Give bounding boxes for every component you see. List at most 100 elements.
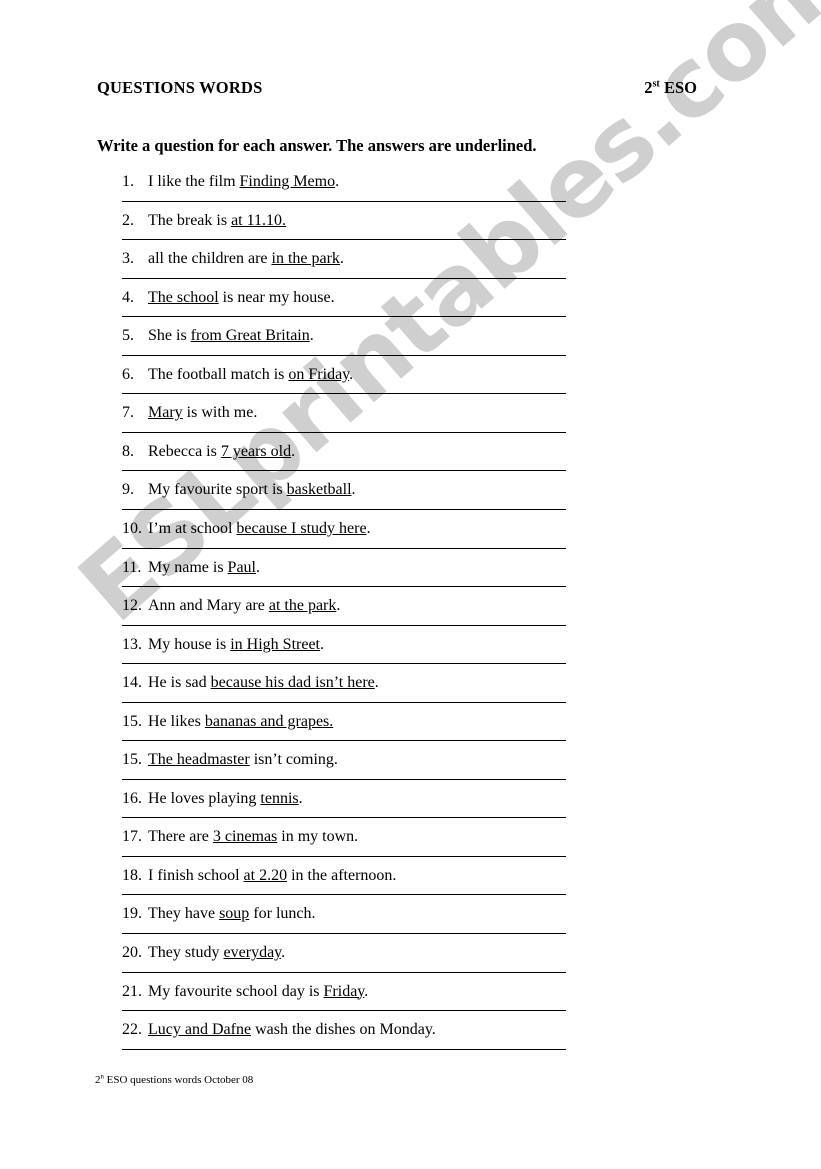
sentence-before: He is sad [148,674,211,692]
question-item: 2. The break is at 11.10. [122,211,566,230]
worksheet-title: QUESTIONS WORDS [97,78,263,97]
sentence-after: . [256,558,260,576]
sentence-before: My favourite school day is [148,982,324,1000]
sentence-after: . [336,597,341,615]
sentence-before: I like the film [148,173,240,190]
sentence-after: . [320,635,324,653]
answer-rule [122,1010,566,1012]
sentence-before: all the children are [148,250,272,268]
question-number: 6. [122,365,134,383]
question-sentence: My house is in High Street. [148,636,324,653]
worksheet-page: ESLprintables.com QUESTIONS WORDS 2st ES… [0,0,821,1169]
question-item: 19. They have soup for lunch. [122,904,566,923]
answer-rule [122,200,566,202]
question-number: 20. [122,944,142,961]
answer-rule [122,354,566,356]
answer-rule [122,316,566,318]
underlined-answer: everyday [223,944,282,961]
question-item: 15. He likes bananas and grapes. [122,712,566,731]
sentence-before: They study [148,944,224,961]
question-item: 21. My favourite school day is Friday. [122,982,566,1001]
question-sentence: Ann and Mary are at the park. [148,597,340,614]
underlined-answer: The headmaster [148,751,250,769]
question-number: 10. [122,519,142,537]
answer-rule [122,547,566,549]
question-item: 13. My house is in High Street. [122,635,566,654]
question-number: 1. [122,173,134,190]
question-sentence: They study everyday. [148,944,285,961]
question-item: 1. I like the film Finding Memo. [122,172,566,191]
class-level: 2st ESO [644,78,697,98]
sentence-before: My house is [148,635,231,653]
class-level-suffix: st [652,78,660,90]
sentence-before: I’m at school [148,519,237,537]
question-item: 12. Ann and Mary are at the park. [122,596,566,615]
underlined-answer: because I study here [236,519,367,537]
question-number: 15. [122,712,142,730]
question-item: 4. The school is near my house. [122,288,566,307]
question-number: 19. [122,905,142,923]
sentence-after: for lunch. [249,905,316,923]
question-number: 14. [122,674,142,692]
sentence-after: in the afternoon. [287,866,397,884]
answer-rule [122,470,566,472]
question-number: 22. [122,1021,142,1039]
sentence-after: . [374,674,379,692]
sentence-before: Rebecca is [148,442,221,460]
sentence-before: She is [148,327,191,345]
question-sentence: Lucy and Dafne wash the dishes on Monday… [148,1021,436,1038]
question-number: 3. [122,250,134,268]
underlined-answer: Finding Memo [239,173,336,190]
underlined-answer: because his dad isn’t here [210,674,375,692]
question-item: 9. My favourite sport is basketball. [122,480,566,499]
underlined-answer: from Great Britain [190,327,310,345]
answer-rule [122,624,566,626]
sentence-before: The break is [148,211,232,229]
sentence-before: I finish school [148,866,244,884]
sentence-before: They have [148,905,220,923]
question-item: 20. They study everyday. [122,943,566,962]
sentence-after: . [351,481,356,499]
question-sentence: I’m at school because I study here. [148,520,371,537]
question-number: 8. [122,442,134,460]
question-item: 16. He loves playing tennis. [122,789,566,808]
sentence-after: . [309,327,314,345]
question-sentence: He loves playing tennis. [148,790,303,807]
question-number: 12. [122,597,142,615]
sentence-after: in my town. [277,828,359,846]
question-number: 2. [122,211,134,229]
question-number: 4. [122,288,134,306]
answer-rule [122,508,566,510]
answer-rule [122,817,566,819]
underlined-answer: 3 cinemas [212,828,278,846]
question-item: 15. The headmaster isn’t coming. [122,750,566,769]
question-number: 7. [122,404,134,422]
question-sentence: He is sad because his dad isn’t here. [148,674,379,691]
underlined-answer: at 2.20 [243,866,288,884]
underlined-answer: soup [219,905,250,923]
answer-rule [122,393,566,395]
underlined-answer: Lucy and Dafne [148,1021,252,1039]
sentence-before: He loves playing [148,789,261,807]
question-item: 3. all the children are in the park. [122,249,566,268]
question-sentence: There are 3 cinemas in my town. [148,828,358,845]
question-item: 22. Lucy and Dafne wash the dishes on Mon… [122,1020,566,1039]
sentence-after: wash the dishes on Monday. [251,1021,436,1039]
sentence-before: He likes [148,712,205,730]
question-sentence: He likes bananas and grapes. [148,713,333,730]
underlined-answer: on Friday [288,365,350,383]
question-item: 14. He is sad because his dad isn’t here. [122,673,566,692]
question-number: 18. [122,866,142,884]
question-sentence: Mary is with me. [148,404,257,421]
sentence-after: is near my house. [218,288,335,306]
answer-rule [122,239,566,241]
answer-rule [122,663,566,665]
sentence-after: . [281,944,286,961]
question-sentence: The school is near my house. [148,289,335,306]
answer-rule [122,894,566,896]
sentence-before: There are [148,828,213,846]
question-sentence: My favourite school day is Friday. [148,983,368,1000]
question-sentence: My favourite sport is basketball. [148,481,356,498]
underlined-answer: in High Street [230,635,320,653]
sentence-after: . [291,442,296,460]
